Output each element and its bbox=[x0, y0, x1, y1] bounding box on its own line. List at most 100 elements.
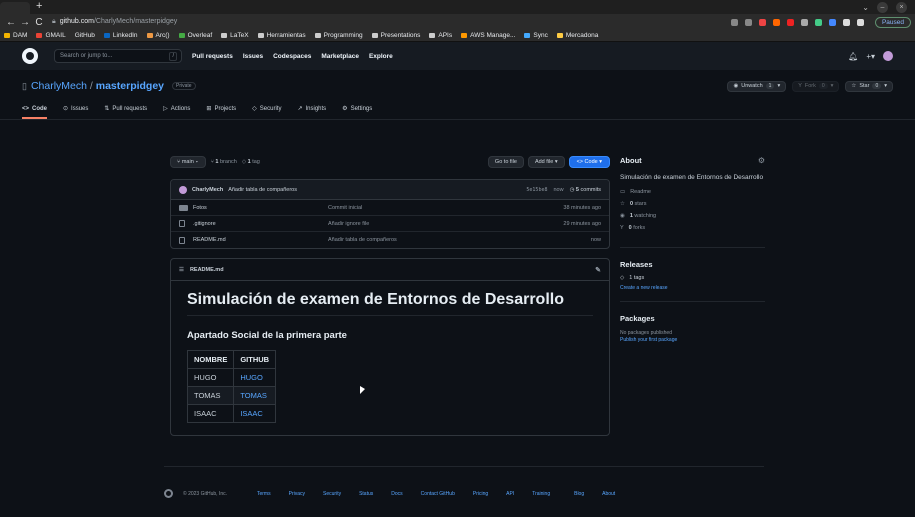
tab-issues[interactable]: ⊙ Issues bbox=[63, 105, 88, 119]
share-icon[interactable] bbox=[730, 18, 738, 26]
footer-link[interactable]: Terms bbox=[257, 491, 271, 497]
file-row[interactable]: Fotos Commit inicial 38 minutes ago bbox=[171, 200, 609, 216]
back-icon[interactable]: ← bbox=[4, 17, 18, 28]
footer-link[interactable]: Privacy bbox=[289, 491, 305, 497]
url-field[interactable]: 🔒︎ github.com/CharlyMech/masterpidgey bbox=[52, 18, 177, 26]
bookmark-folder[interactable]: Herramientas bbox=[257, 32, 306, 39]
plus-icon[interactable]: +▾ bbox=[866, 52, 875, 61]
search-input[interactable]: Search or jump to... / bbox=[54, 49, 182, 63]
branches-link[interactable]: ⑂ 1 branch bbox=[211, 159, 237, 165]
nav-codespaces[interactable]: Codespaces bbox=[273, 53, 311, 60]
book-icon: ▭ bbox=[620, 189, 626, 195]
bookmark-item[interactable]: Overleaf bbox=[178, 32, 212, 39]
sidepanel-icon[interactable] bbox=[856, 18, 864, 26]
bookmark-item[interactable]: Sync bbox=[524, 32, 548, 39]
footer-link[interactable]: Contact GitHub bbox=[421, 491, 455, 497]
commit-message[interactable]: Añadir tabla de compañeros bbox=[228, 187, 297, 193]
profile-paused-button[interactable]: Paused bbox=[874, 16, 911, 28]
close-window-button[interactable]: × bbox=[896, 2, 907, 13]
repo-owner-link[interactable]: CharlyMech bbox=[31, 80, 87, 92]
footer-link[interactable]: Security bbox=[323, 491, 341, 497]
create-release-link[interactable]: Create a new release bbox=[620, 285, 765, 291]
extension-icon[interactable] bbox=[814, 18, 822, 26]
footer-link[interactable]: About bbox=[602, 491, 615, 497]
packages-heading[interactable]: Packages bbox=[620, 314, 765, 323]
avatar[interactable] bbox=[179, 185, 187, 194]
bookmark-item[interactable]: DAM bbox=[4, 32, 27, 39]
forward-icon[interactable]: → bbox=[18, 17, 32, 28]
star-bookmark-icon[interactable] bbox=[744, 18, 752, 26]
bookmark-folder[interactable]: LaTeX bbox=[221, 32, 249, 39]
readme-link[interactable]: ▭ Readme bbox=[620, 189, 765, 195]
repo-name-link[interactable]: masterpidgey bbox=[96, 80, 164, 92]
nav-marketplace[interactable]: Marketplace bbox=[321, 53, 359, 60]
commit-author[interactable]: CharlyMech bbox=[192, 187, 223, 193]
go-to-file-button[interactable]: Go to file bbox=[487, 156, 524, 168]
bookmark-item[interactable]: Arc() bbox=[146, 32, 170, 39]
github-logo-icon[interactable] bbox=[164, 489, 173, 498]
bell-icon[interactable]: 🔔︎ bbox=[848, 52, 858, 61]
readme-panel: ☰ README.md ✎ Simulación de examen de En… bbox=[170, 258, 610, 436]
avatar[interactable] bbox=[883, 51, 893, 61]
releases-heading[interactable]: Releases bbox=[620, 260, 765, 269]
bookmark-folder[interactable]: Presentations bbox=[371, 32, 420, 39]
gear-icon[interactable]: ⚙ bbox=[758, 156, 765, 165]
footer-link[interactable]: Pricing bbox=[473, 491, 488, 497]
commits-link[interactable]: ◷ 5 commits bbox=[570, 187, 601, 193]
extension-icon[interactable] bbox=[758, 18, 766, 26]
extension-icon[interactable] bbox=[786, 18, 794, 26]
tab-settings[interactable]: ⚙ Settings bbox=[342, 105, 372, 119]
github-logo-icon[interactable] bbox=[22, 48, 38, 64]
extension-icon[interactable] bbox=[828, 18, 836, 26]
nav-explore[interactable]: Explore bbox=[369, 53, 393, 60]
puzzle-icon[interactable] bbox=[842, 18, 850, 26]
star-button[interactable]: ☆ Star 0 ▾ bbox=[845, 80, 893, 92]
code-button[interactable]: <> Code ▾ bbox=[568, 156, 610, 168]
extension-icon[interactable] bbox=[800, 18, 808, 26]
footer-link[interactable]: Blog bbox=[574, 491, 584, 497]
commit-hash[interactable]: 5e15be8 bbox=[526, 187, 547, 193]
tab-pull-requests[interactable]: ⇅ Pull requests bbox=[104, 105, 147, 119]
add-file-button[interactable]: Add file ▾ bbox=[527, 156, 565, 168]
forks-link[interactable]: Y0 forks bbox=[620, 225, 765, 231]
chevron-down-icon[interactable]: ⌄ bbox=[862, 2, 869, 13]
file-row[interactable]: .gitignore Añadir ignore file 29 minutes… bbox=[171, 216, 609, 232]
new-tab-button[interactable]: + bbox=[36, 0, 42, 13]
stars-link[interactable]: ☆ 0 stars bbox=[620, 201, 765, 207]
issue-icon: ⊙ bbox=[63, 106, 69, 112]
branch-select[interactable]: ⑂ main ▾ bbox=[170, 156, 206, 168]
bookmark-folder[interactable]: APIs bbox=[429, 32, 452, 39]
tab-actions[interactable]: ▷ Actions bbox=[163, 105, 190, 119]
reload-icon[interactable]: C bbox=[32, 17, 46, 28]
readme-filename[interactable]: README.md bbox=[190, 267, 224, 273]
edit-icon[interactable]: ✎ bbox=[595, 266, 601, 274]
nav-issues[interactable]: Issues bbox=[243, 53, 263, 60]
bookmark-item[interactable]: GMAIL bbox=[36, 32, 66, 39]
unwatch-button[interactable]: ◉ Unwatch 1 ▾ bbox=[727, 80, 787, 92]
list-icon[interactable]: ☰ bbox=[179, 267, 184, 273]
table-row: ISAAC ISAAC bbox=[186, 404, 277, 423]
footer-link[interactable]: Docs bbox=[391, 491, 402, 497]
tags-link[interactable]: ◇ 1 tags bbox=[620, 275, 765, 281]
watching-link[interactable]: ◉ 1 watching bbox=[620, 213, 765, 219]
footer-link[interactable]: Training bbox=[532, 491, 550, 497]
minimize-button[interactable]: – bbox=[877, 2, 888, 13]
file-row[interactable]: README.md Añadir tabla de compañeros now bbox=[171, 232, 609, 248]
tab-security[interactable]: ◇ Security bbox=[252, 105, 281, 119]
fork-button[interactable]: Y Fork 0 ▾ bbox=[792, 80, 840, 92]
extension-icon[interactable] bbox=[772, 18, 780, 26]
bookmark-item[interactable]: Mercadona bbox=[556, 32, 598, 39]
bookmark-folder[interactable]: Programming bbox=[314, 32, 363, 39]
tags-link[interactable]: ◇ 1 tag bbox=[242, 159, 260, 165]
tab-projects[interactable]: ⊞ Projects bbox=[206, 105, 236, 119]
bookmark-item[interactable]: GitHub bbox=[75, 32, 95, 39]
tab-code[interactable]: <> Code bbox=[22, 106, 48, 119]
bookmark-item[interactable]: AWS Manage... bbox=[461, 32, 515, 39]
footer-link[interactable]: Status bbox=[359, 491, 373, 497]
nav-pull-requests[interactable]: Pull requests bbox=[192, 53, 233, 60]
publish-package-link[interactable]: Publish your first package bbox=[620, 337, 765, 343]
footer-link[interactable]: API bbox=[506, 491, 514, 497]
tab-insights[interactable]: ↗ Insights bbox=[297, 105, 326, 119]
browser-tab[interactable] bbox=[0, 2, 30, 14]
bookmark-item[interactable]: LinkedIn bbox=[103, 32, 138, 39]
